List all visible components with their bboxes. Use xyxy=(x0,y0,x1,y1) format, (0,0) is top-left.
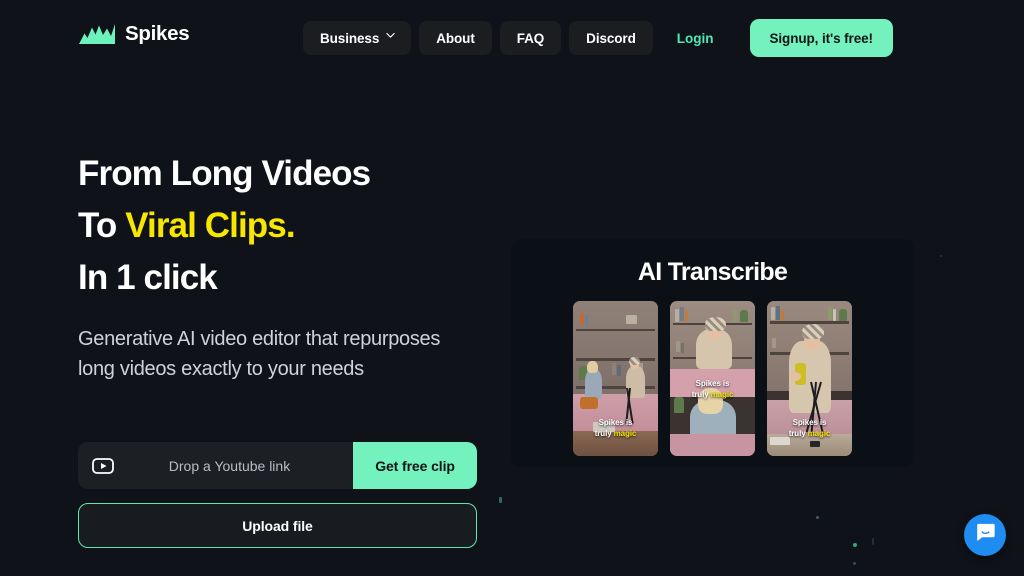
caption-line-2-prefix: truly xyxy=(594,428,614,438)
youtube-link-row: Get free clip xyxy=(78,442,477,489)
nav-item-business[interactable]: Business xyxy=(303,21,412,55)
chevron-down-icon xyxy=(386,32,395,40)
headline-accent: Viral Clips. xyxy=(125,206,295,245)
brand-name: Spikes xyxy=(125,22,190,45)
demo-card-title: AI Transcribe xyxy=(637,258,788,286)
headline-line-2-prefix: To xyxy=(78,206,126,245)
nav-item-discord[interactable]: Discord xyxy=(569,21,653,55)
caption-highlight: magic xyxy=(613,428,637,438)
nav-item-about-label: About xyxy=(436,30,475,46)
main-navigation: Business About FAQ Discord Login Signup,… xyxy=(303,19,893,57)
background-particle xyxy=(853,543,857,547)
signup-button[interactable]: Signup, it's free! xyxy=(749,19,893,57)
hero-content: From Long Videos To Viral Clips. In 1 cl… xyxy=(78,148,508,384)
demo-thumbnail-split-shot[interactable]: Spikes is truly magic xyxy=(670,301,755,456)
headline-line-3: In 1 click xyxy=(78,258,218,297)
landing-page: Spikes Business About FAQ Discord Login … xyxy=(0,0,1024,576)
caption-line-1: Spikes is xyxy=(695,379,730,388)
intercom-speech-bubble-icon xyxy=(975,522,996,548)
spikes-chart-logo-icon xyxy=(78,23,116,45)
nav-item-faq[interactable]: FAQ xyxy=(499,21,562,55)
site-header: Spikes Business About FAQ Discord Login … xyxy=(0,0,1024,72)
caption-highlight: magic xyxy=(710,389,734,399)
background-particle xyxy=(499,497,502,503)
demo-thumbnail-close-shot[interactable]: Spikes is truly magic xyxy=(767,301,852,456)
chat-launcher-button[interactable] xyxy=(964,514,1006,556)
nav-item-faq-label: FAQ xyxy=(516,30,545,46)
thumbnail-caption: Spikes is truly magic xyxy=(573,418,658,439)
caption-line-2-prefix: truly xyxy=(691,389,711,399)
nav-item-about[interactable]: About xyxy=(419,21,492,55)
caption-highlight: magic xyxy=(807,428,831,438)
youtube-play-icon xyxy=(92,457,114,474)
demo-thumbnail-list: Spikes is truly magic Spikes is truly ma… xyxy=(511,301,914,456)
background-particle xyxy=(940,255,942,257)
headline-line-2: To Viral Clips. xyxy=(78,200,508,252)
background-particle xyxy=(872,538,874,545)
headline-line-1: From Long Videos xyxy=(78,154,371,193)
thumbnail-caption: Spikes is truly magic xyxy=(670,379,755,400)
caption-line-1: Spikes is xyxy=(598,418,633,427)
background-particle xyxy=(816,516,819,519)
ai-transcribe-demo-card: AI Transcribe Spikes is truly magic Spik… xyxy=(511,239,914,467)
caption-line-1: Spikes is xyxy=(792,418,827,427)
brand-logo[interactable]: Spikes xyxy=(78,22,190,46)
upload-file-button[interactable]: Upload file xyxy=(78,503,477,548)
caption-line-2-prefix: truly xyxy=(788,428,808,438)
demo-thumbnail-wide-shot[interactable]: Spikes is truly magic xyxy=(573,301,658,456)
hero-subtitle: Generative AI video editor that repurpos… xyxy=(78,328,441,380)
nav-item-discord-label: Discord xyxy=(586,30,636,46)
youtube-link-input[interactable] xyxy=(114,442,353,489)
nav-item-business-label: Business xyxy=(320,30,380,46)
background-particle xyxy=(853,562,856,565)
login-link[interactable]: Login xyxy=(661,21,730,55)
get-free-clip-button[interactable]: Get free clip xyxy=(353,442,477,489)
thumbnail-caption: Spikes is truly magic xyxy=(767,418,852,439)
